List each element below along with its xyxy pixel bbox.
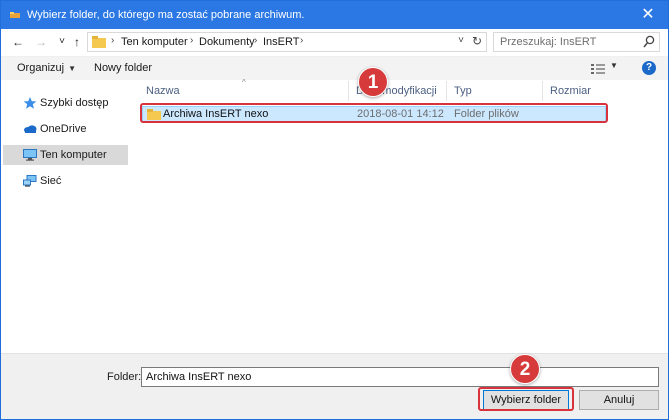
recent-locations-button[interactable]: ˅ <box>55 34 69 50</box>
address-dropdown-button[interactable]: ˅ <box>458 35 464 46</box>
command-bar: Organizuj ▼ Nowy folder ▼ ? <box>1 56 668 80</box>
refresh-button[interactable]: ↻ <box>472 34 482 48</box>
breadcrumb-separator: › <box>111 35 115 46</box>
breadcrumb-separator: › <box>190 35 194 46</box>
view-dropdown-icon[interactable]: ▼ <box>610 61 618 70</box>
close-button[interactable]: ✕ <box>628 1 668 29</box>
column-header-name[interactable]: Nazwa <box>146 85 180 97</box>
sidebar-item-label: Ten komputer <box>40 149 107 161</box>
folder-picker-dialog: Wybierz folder, do którego ma zostać pob… <box>0 0 669 420</box>
computer-icon <box>23 149 37 161</box>
file-type: Folder plików <box>454 108 519 120</box>
folder-icon <box>147 109 161 120</box>
search-icon <box>643 35 655 48</box>
folder-name-field[interactable] <box>141 367 659 387</box>
folder-icon <box>92 36 106 48</box>
sidebar-item-onedrive[interactable]: OneDrive <box>3 119 128 139</box>
file-name: Archiwa InsERT nexo <box>163 108 269 120</box>
network-icon <box>23 175 37 187</box>
sidebar-item-label: Szybki dostęp <box>40 97 109 109</box>
step-badge-1: 1 <box>358 67 388 97</box>
column-header-type[interactable]: Typ <box>454 85 472 97</box>
organize-button[interactable]: Organizuj ▼ <box>17 62 76 74</box>
view-options-icon[interactable] <box>591 63 605 75</box>
sidebar-item-label: Sieć <box>40 175 62 187</box>
column-divider[interactable] <box>542 81 543 101</box>
title-bar: Wybierz folder, do którego ma zostać pob… <box>1 1 668 29</box>
address-bar[interactable]: › Ten komputer › Dokumenty › InsERT › ˅ … <box>87 32 487 52</box>
app-icon <box>10 12 20 18</box>
search-input[interactable] <box>500 36 640 48</box>
breadcrumb-separator: › <box>300 35 304 46</box>
file-list: ^ Nazwa Data modyfikacji Typ Rozmiar Arc… <box>138 78 666 351</box>
column-header-size[interactable]: Rozmiar <box>550 85 591 97</box>
cloud-icon <box>24 125 37 133</box>
search-box[interactable] <box>493 32 660 52</box>
address-row: ← → ˅ ↑ › Ten komputer › Dokumenty › Ins… <box>1 29 668 55</box>
help-icon[interactable]: ? <box>642 61 656 75</box>
column-divider[interactable] <box>446 81 447 101</box>
breadcrumb-separator: › <box>254 35 258 46</box>
breadcrumb-dokumenty[interactable]: Dokumenty <box>199 36 255 48</box>
sidebar-item-network[interactable]: Sieć <box>3 171 128 191</box>
dialog-footer: Folder: Wybierz folder Anuluj <box>1 353 668 419</box>
window-title: Wybierz folder, do którego ma zostać pob… <box>27 9 305 21</box>
column-divider[interactable] <box>348 81 349 101</box>
cancel-button[interactable]: Anuluj <box>579 390 659 410</box>
new-folder-button[interactable]: Nowy folder <box>94 62 152 74</box>
forward-button[interactable]: → <box>34 34 48 50</box>
sidebar-item-label: OneDrive <box>40 123 87 135</box>
sidebar-item-quick-access[interactable]: Szybki dostęp <box>3 93 128 113</box>
breadcrumb-ten-komputer[interactable]: Ten komputer <box>121 36 188 48</box>
sidebar-item-this-pc[interactable]: Ten komputer <box>3 145 128 165</box>
file-date-modified: 2018-08-01 14:12 <box>357 108 444 120</box>
back-button[interactable]: ← <box>11 34 25 50</box>
up-button[interactable]: ↑ <box>70 34 84 50</box>
organize-label: Organizuj <box>17 62 65 74</box>
file-row[interactable]: Archiwa InsERT nexo 2018-08-01 14:12 Fol… <box>142 106 606 122</box>
select-folder-button[interactable]: Wybierz folder <box>483 390 569 410</box>
sort-indicator-icon: ^ <box>242 78 246 87</box>
breadcrumb-insert[interactable]: InsERT <box>263 36 299 48</box>
folder-label: Folder: <box>107 371 142 383</box>
chevron-down-icon: ▼ <box>68 64 76 73</box>
star-icon <box>23 97 37 109</box>
step-badge-2: 2 <box>510 354 540 384</box>
navigation-pane: Szybki dostęp OneDrive Ten komputer Sieć <box>1 81 137 351</box>
